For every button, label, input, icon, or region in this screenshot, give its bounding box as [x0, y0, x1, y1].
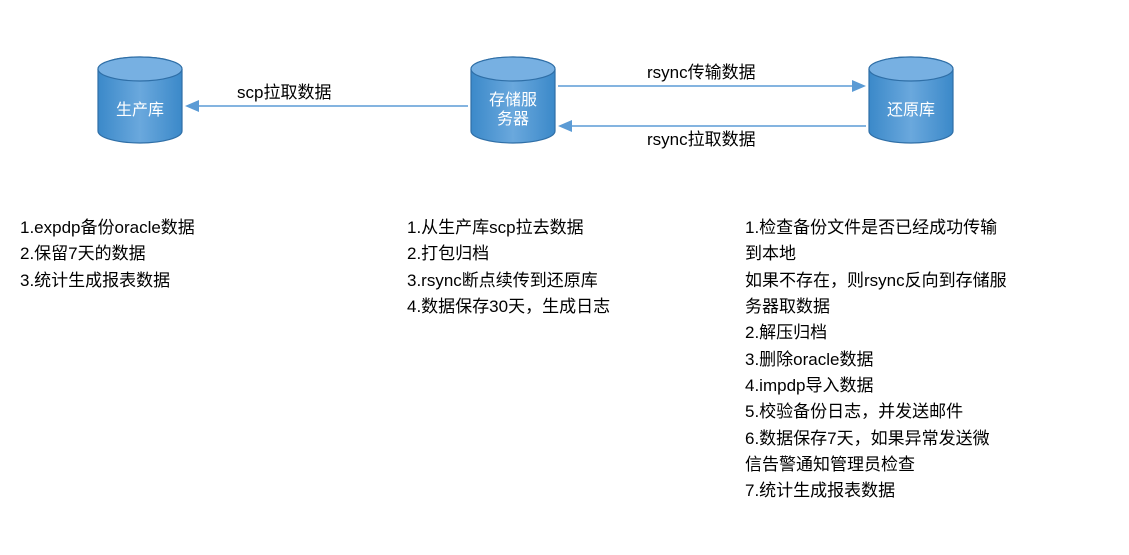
desc-restore-line: 7.统计生成报表数据 [745, 478, 1110, 504]
desc-restore: 1.检查备份文件是否已经成功传输 到本地 如果不存在，则rsync反向到存储服 … [745, 215, 1110, 505]
desc-restore-line: 如果不存在，则rsync反向到存储服 [745, 268, 1110, 294]
node-prod-db-label: 生产库 [95, 101, 185, 120]
desc-storage-line: 2.打包归档 [407, 241, 610, 267]
node-storage-server-label-line1: 存储服 [489, 92, 537, 109]
arrow-rsync-push-label: rsync传输数据 [647, 58, 756, 83]
desc-restore-line: 信告警通知管理员检查 [745, 452, 1110, 478]
arrow-scp-label: scp拉取数据 [237, 78, 331, 103]
desc-prod-line: 2.保留7天的数据 [20, 241, 195, 267]
desc-prod: 1.expdp备份oracle数据 2.保留7天的数据 3.统计生成报表数据 [20, 215, 195, 294]
node-restore-db-label: 还原库 [866, 101, 956, 120]
node-storage-server-label: 存储服 务器 [468, 91, 558, 129]
desc-restore-line: 5.校验备份日志，并发送邮件 [745, 399, 1110, 425]
diagram-canvas: 生产库 存储服 务器 还原库 scp拉取数据 [0, 0, 1129, 555]
desc-storage-line: 1.从生产库scp拉去数据 [407, 215, 610, 241]
desc-restore-line: 到本地 [745, 241, 1110, 267]
cylinder-icon [95, 55, 185, 145]
node-storage-server-label-line2: 务器 [497, 111, 529, 128]
desc-prod-line: 1.expdp备份oracle数据 [20, 215, 195, 241]
node-storage-server: 存储服 务器 [468, 55, 558, 145]
desc-restore-line: 1.检查备份文件是否已经成功传输 [745, 215, 1110, 241]
desc-prod-line: 3.统计生成报表数据 [20, 268, 195, 294]
arrow-rsync-pull-label: rsync拉取数据 [647, 125, 756, 150]
desc-restore-line: 4.impdp导入数据 [745, 373, 1110, 399]
desc-restore-line: 3.删除oracle数据 [745, 347, 1110, 373]
desc-storage-line: 3.rsync断点续传到还原库 [407, 268, 610, 294]
node-restore-db: 还原库 [866, 55, 956, 145]
node-prod-db: 生产库 [95, 55, 185, 145]
desc-storage: 1.从生产库scp拉去数据 2.打包归档 3.rsync断点续传到还原库 4.数… [407, 215, 610, 320]
desc-restore-line: 2.解压归档 [745, 320, 1110, 346]
cylinder-icon [866, 55, 956, 145]
desc-restore-line: 6.数据保存7天，如果异常发送微 [745, 426, 1110, 452]
desc-storage-line: 4.数据保存30天，生成日志 [407, 294, 610, 320]
desc-restore-line: 务器取数据 [745, 294, 1110, 320]
